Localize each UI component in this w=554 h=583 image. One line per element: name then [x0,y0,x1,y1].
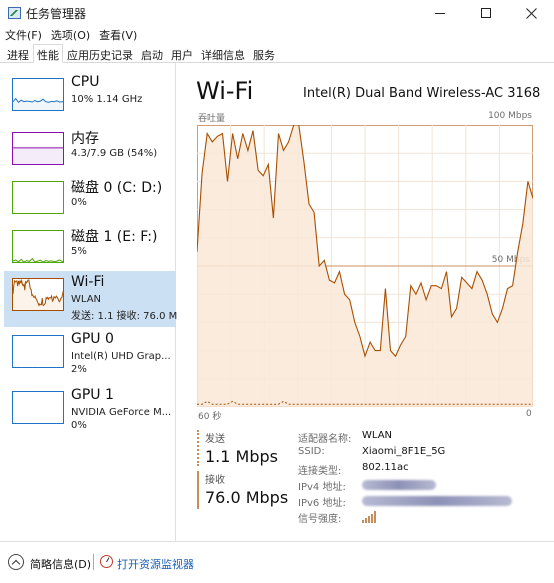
tab-details[interactable]: 详细信息 [197,44,249,62]
receive-stat: 接收 76.0 Mbps [197,471,288,509]
sidebar-item-label: 磁盘 0 (C: D:) [71,180,163,196]
sidebar-item-label: GPU 1 [71,387,114,403]
sidebar-item-disk-0[interactable]: 磁盘 0 (C: D:) 0% [4,174,176,230]
sidebar-item-adapter: Intel(R) UHD Grap... [71,351,171,362]
sidebar-item-stat: 5% [71,246,87,257]
tab-processes[interactable]: 进程 [3,44,33,62]
gpu0-thumbnail-graph [12,335,64,368]
detail-row: IPv6 地址: [298,494,538,510]
footer-bar: 简略信息(D) 打开资源监视器 [0,541,554,583]
thumbnail-area [13,147,63,164]
sidebar-item-wifi[interactable]: Wi-Fi WLAN 发送: 1.1 接收: 76.0 M [4,271,178,327]
sidebar-item-adapter: NVIDIA GeForce M... [71,407,172,418]
throughput-chart: 50 Mbps [197,125,533,407]
gpu1-thumbnail-graph [12,391,64,424]
redacted-ipv6-value [362,496,512,506]
sidebar-item-label: GPU 0 [71,331,114,347]
x-axis-zero-label: 0 [526,409,532,419]
detail-row: 信号强度: [298,510,538,526]
detail-key: IPv6 地址: [298,498,346,509]
minimize-button[interactable] [417,0,463,26]
close-icon [525,7,537,19]
sidebar-item-label: 磁盘 1 (E: F:) [71,229,158,245]
sidebar-item-gpu-1[interactable]: GPU 1 NVIDIA GeForce M... 0% [4,384,176,440]
memory-thumbnail-graph [12,132,64,165]
sidebar-item-stat: 发送: 1.1 接收: 76.0 M [71,311,178,322]
tab-startup[interactable]: 启动 [137,44,167,62]
send-stat: 发送 1.1 Mbps [197,430,278,466]
detail-key: IPv4 地址: [298,482,346,493]
tab-bar: 进程 性能 应用历史记录 启动 用户 详细信息 服务 [0,44,554,63]
detail-value: WLAN [362,430,393,441]
tab-app-history[interactable]: 应用历史记录 [63,44,137,62]
disk1-thumbnail-graph [12,230,64,263]
sidebar-item-cpu[interactable]: CPU 10% 1.14 GHz [4,71,176,127]
sidebar-item-stat: 0% [71,197,87,208]
detail-row: SSID: Xiaomi_8F1E_5G [298,446,538,462]
minimize-icon [435,12,445,14]
menu-file[interactable]: 文件(F) [0,26,42,44]
adapter-name: Intel(R) Dual Band Wireless-AC 3168 [303,86,541,101]
menu-options[interactable]: 选项(O) [46,26,90,44]
close-button[interactable] [508,0,554,26]
sidebar-item-stat: 0% [71,420,87,431]
wifi-thumbnail-graph [12,278,64,311]
receive-value: 76.0 Mbps [205,488,289,507]
detail-value: Xiaomi_8F1E_5G [362,446,446,457]
title-bar: 任务管理器 [0,0,554,26]
menu-view[interactable]: 查看(V) [94,26,137,44]
receive-label: 接收 [205,475,225,486]
send-value: 1.1 Mbps [205,447,278,466]
sidebar-item-adapter: WLAN [71,294,102,305]
sidebar-item-stat: 2% [71,364,87,375]
detail-key: 信号强度: [298,514,342,525]
fewer-details-link[interactable]: 简略信息(D) [30,556,91,572]
sidebar-item-stat: 4.3/7.9 GB (54%) [71,148,158,159]
sidebar-item-label: 内存 [71,131,99,147]
detail-row: IPv4 地址: [298,478,538,494]
detail-row: 连接类型: 802.11ac [298,462,538,478]
page-title: Wi-Fi [196,77,254,105]
window-title: 任务管理器 [26,7,87,21]
task-manager-icon [8,7,21,19]
redacted-ipv4-value [362,480,436,490]
cpu-thumbnail-graph [12,78,64,111]
sidebar-item-memory[interactable]: 内存 4.3/7.9 GB (54%) [4,125,176,181]
y-axis-max-label: 100 Mbps [488,111,532,121]
x-axis-time-label: 60 秒 [198,412,222,422]
sidebar-item-stat: 10% 1.14 GHz [71,94,143,105]
sidebar-item-label: Wi-Fi [71,274,105,290]
maximize-icon [481,8,491,18]
menu-bar: 文件(F) 选项(O) 查看(V) [0,26,141,44]
detail-row: 适配器名称: WLAN [298,430,538,446]
disk0-thumbnail-graph [12,181,64,214]
footer-divider [93,554,94,570]
tab-services[interactable]: 服务 [249,44,279,62]
signal-strength-icon [362,511,376,523]
resource-monitor-icon [100,555,113,568]
detail-key: SSID: [298,446,325,457]
detail-key: 适配器名称: [298,434,352,445]
detail-key: 连接类型: [298,466,342,477]
sidebar-item-label: CPU [71,74,100,90]
sidebar-item-gpu-0[interactable]: GPU 0 Intel(R) UHD Grap... 2% [4,328,176,384]
send-label: 发送 [205,434,225,445]
chevron-up-icon[interactable] [8,554,24,570]
detail-value: 802.11ac [362,462,409,473]
thumbnail-area [13,367,64,368]
y-axis-label: 吞吐量 [198,114,226,124]
resource-sidebar: CPU 10% 1.14 GHz 内存 4.3/7.9 GB (54%) 磁盘 … [0,63,178,541]
open-resource-monitor-link[interactable]: 打开资源监视器 [117,556,194,572]
maximize-button[interactable] [463,0,509,26]
tab-users[interactable]: 用户 [167,44,197,62]
tab-performance[interactable]: 性能 [33,44,63,63]
